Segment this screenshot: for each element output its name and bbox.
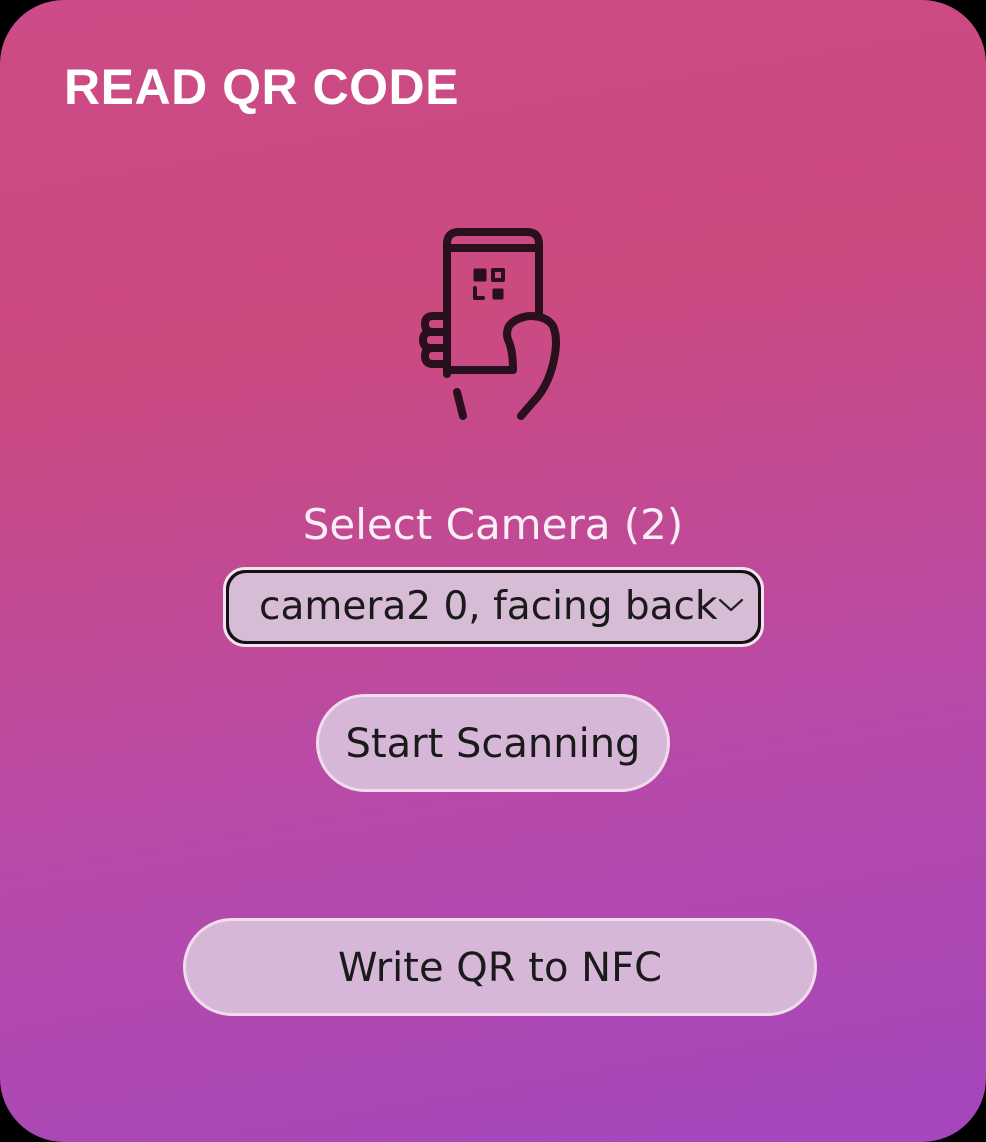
- write-qr-to-nfc-button[interactable]: Write QR to NFC: [183, 918, 817, 1016]
- camera-select-field[interactable]: camera2 0, facing back: [229, 573, 758, 641]
- select-camera-label: Select Camera (2): [302, 500, 684, 549]
- camera-select[interactable]: camera2 0, facing back: [223, 567, 764, 647]
- chevron-down-icon: [718, 597, 744, 613]
- qr-reader-card: READ QR CODE Select Camera (2) camera2 0…: [0, 0, 986, 1142]
- phone-scan-qr-icon: [417, 224, 567, 424]
- page-title: READ QR CODE: [64, 59, 459, 115]
- camera-select-value: camera2 0, facing back: [259, 584, 718, 629]
- start-scanning-button[interactable]: Start Scanning: [316, 694, 670, 792]
